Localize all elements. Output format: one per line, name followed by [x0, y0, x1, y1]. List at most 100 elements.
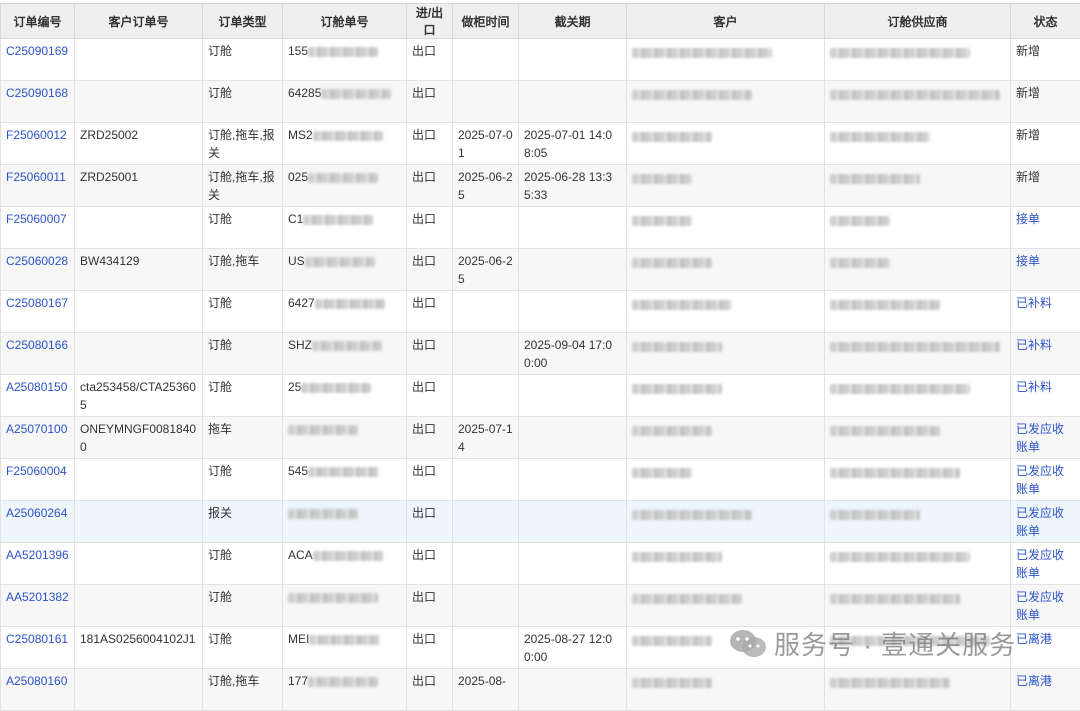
redacted-text [632, 48, 772, 58]
order-link[interactable]: AA5201382 [6, 590, 69, 604]
col-header-order-type[interactable]: 订单类型 [203, 4, 283, 39]
cell-cutoff [519, 417, 627, 459]
col-header-customer-order-no[interactable]: 客户订单号 [75, 4, 203, 39]
booking-no-text: 025 [288, 170, 308, 184]
status-label[interactable]: 接单 [1016, 254, 1040, 268]
cell-booking-supplier [825, 123, 1011, 165]
order-link[interactable]: F25060011 [6, 170, 66, 184]
cell-booking-supplier [825, 669, 1011, 711]
table-row[interactable]: A25070100ONEYMNGF00818400拖车出口2025-07-14已… [1, 417, 1080, 459]
cell-booking-no [283, 417, 407, 459]
redacted-text [308, 47, 378, 57]
redacted-text [632, 132, 712, 142]
status-label[interactable]: 已补料 [1016, 296, 1052, 310]
status-label[interactable]: 已发应收账单 [1016, 422, 1064, 454]
cell-status: 已发应收账单 [1011, 585, 1080, 627]
table-row[interactable]: F25060007订舱C1出口接单 [1, 207, 1080, 249]
col-header-customer[interactable]: 客户 [627, 4, 825, 39]
order-link[interactable]: F25060004 [6, 464, 67, 478]
cell-booking-no: C1 [283, 207, 407, 249]
table-row[interactable]: A25080160订舱,拖车177出口2025-08-已离港 [1, 669, 1080, 711]
cell-cutoff [519, 501, 627, 543]
order-link[interactable]: F25060007 [6, 212, 67, 226]
order-link[interactable]: A25070100 [6, 422, 67, 436]
cell-booking-no: 025 [283, 165, 407, 207]
table-row[interactable]: A25060264报关出口已发应收账单 [1, 501, 1080, 543]
table-row[interactable]: F25060004订舱545出口已发应收账单 [1, 459, 1080, 501]
cell-booking-no: ACA [283, 543, 407, 585]
status-label[interactable]: 已发应收账单 [1016, 548, 1064, 580]
redacted-text [309, 635, 379, 645]
cell-order-no: C25090168 [1, 81, 75, 123]
col-header-cutoff[interactable]: 截关期 [519, 4, 627, 39]
order-link[interactable]: F25060012 [6, 128, 67, 142]
booking-no-text: MEI [288, 632, 309, 646]
status-label[interactable]: 已发应收账单 [1016, 464, 1064, 496]
cell-cutoff [519, 669, 627, 711]
redacted-text [632, 594, 742, 604]
status-label: 新增 [1016, 86, 1040, 100]
cell-cutoff [519, 585, 627, 627]
redacted-text [632, 678, 712, 688]
cell-customer [627, 333, 825, 375]
redacted-text [321, 89, 391, 99]
table-row[interactable]: AA5201382订舱出口已发应收账单 [1, 585, 1080, 627]
table-row[interactable]: F25060012ZRD25002订舱,拖车,报关MS2出口2025-07-01… [1, 123, 1080, 165]
status-label[interactable]: 已补料 [1016, 338, 1052, 352]
cell-order-no: C25080166 [1, 333, 75, 375]
cell-status: 已离港 [1011, 669, 1080, 711]
table-row[interactable]: C25080161181AS0256004102J1订舱MEI出口2025-08… [1, 627, 1080, 669]
status-label[interactable]: 已补料 [1016, 380, 1052, 394]
cell-import-export: 出口 [407, 585, 453, 627]
cell-import-export: 出口 [407, 123, 453, 165]
booking-no-text: ACA [288, 548, 313, 562]
cell-status: 接单 [1011, 249, 1080, 291]
order-link[interactable]: A25060264 [6, 506, 67, 520]
table-row[interactable]: C25080167订舱6427出口已补料 [1, 291, 1080, 333]
status-label[interactable]: 已发应收账单 [1016, 590, 1064, 622]
order-link[interactable]: A25080160 [6, 674, 67, 688]
redacted-text [830, 510, 920, 520]
cell-booking-no: US [283, 249, 407, 291]
cell-import-export: 出口 [407, 627, 453, 669]
cell-customer-order-no: BW434129 [75, 249, 203, 291]
redacted-text [830, 48, 970, 58]
col-header-booking-supplier[interactable]: 订舱供应商 [825, 4, 1011, 39]
col-header-status[interactable]: 状态 [1011, 4, 1080, 39]
order-link[interactable]: C25080167 [6, 296, 68, 310]
table-row[interactable]: C25080166订舱SHZ出口2025-09-04 17:00:00已补料 [1, 333, 1080, 375]
col-header-booking-no[interactable]: 订舱单号 [283, 4, 407, 39]
order-link[interactable]: C25080161 [6, 632, 68, 646]
cell-status: 已发应收账单 [1011, 543, 1080, 585]
cell-import-export: 出口 [407, 165, 453, 207]
redacted-text [288, 593, 378, 603]
table-row[interactable]: AA5201396订舱ACA出口已发应收账单 [1, 543, 1080, 585]
order-link[interactable]: C25090169 [6, 44, 68, 58]
status-label: 新增 [1016, 170, 1040, 184]
table-row[interactable]: F25060011ZRD25001订舱,拖车,报关025出口2025-06-25… [1, 165, 1080, 207]
table-row[interactable]: A25080150cta253458/CTA253605订舱25出口已补料 [1, 375, 1080, 417]
redacted-text [308, 677, 378, 687]
status-label[interactable]: 已发应收账单 [1016, 506, 1064, 538]
cell-order-no: F25060011 [1, 165, 75, 207]
status-label[interactable]: 接单 [1016, 212, 1040, 226]
col-header-load-time[interactable]: 做柜时间 [453, 4, 519, 39]
order-link[interactable]: AA5201396 [6, 548, 69, 562]
table-row[interactable]: C25090169订舱155出口新增 [1, 39, 1080, 81]
col-header-order-no[interactable]: 订单编号 [1, 4, 75, 39]
cell-import-export: 出口 [407, 501, 453, 543]
cell-customer [627, 165, 825, 207]
order-link[interactable]: C25080166 [6, 338, 68, 352]
cell-order-no: A25080150 [1, 375, 75, 417]
order-link[interactable]: C25090168 [6, 86, 68, 100]
cell-cutoff [519, 291, 627, 333]
cell-import-export: 出口 [407, 333, 453, 375]
table-row[interactable]: C25090168订舱64285出口新增 [1, 81, 1080, 123]
order-link[interactable]: C25060028 [6, 254, 68, 268]
status-label[interactable]: 已离港 [1016, 674, 1052, 688]
status-label[interactable]: 已离港 [1016, 632, 1052, 646]
table-row[interactable]: C25060028BW434129订舱,拖车US出口2025-06-25接单 [1, 249, 1080, 291]
col-header-import-export[interactable]: 进/出口 [407, 4, 453, 39]
order-link[interactable]: A25080150 [6, 380, 67, 394]
cell-status: 已发应收账单 [1011, 501, 1080, 543]
